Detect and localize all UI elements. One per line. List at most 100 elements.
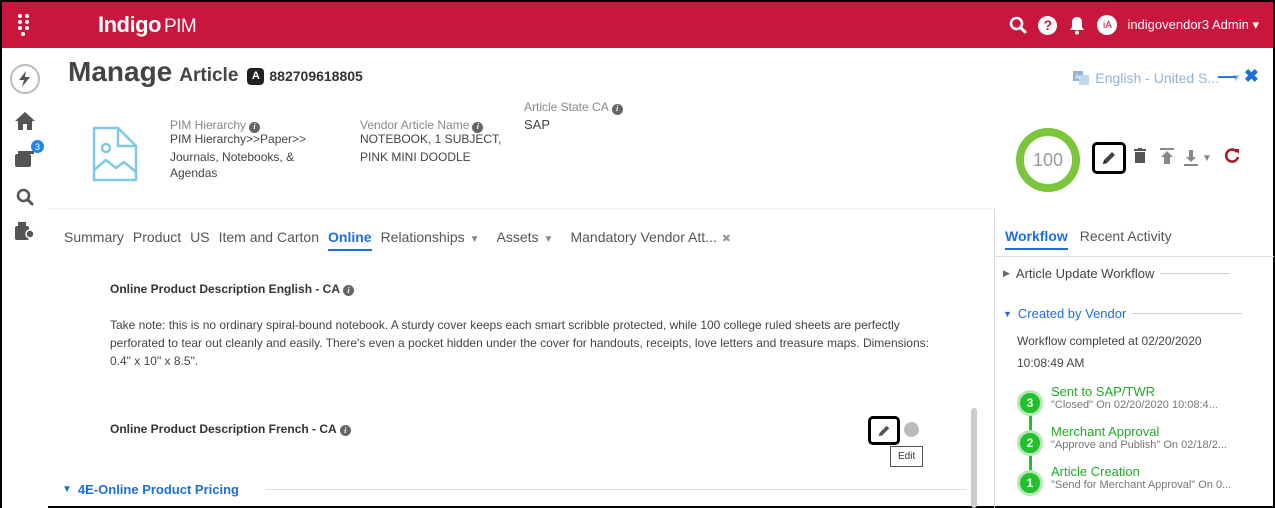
divider xyxy=(266,489,966,490)
step-subtitle: "Send for Merchant Approval" On 0... xyxy=(1051,479,1232,491)
tab-assets-label: Assets xyxy=(496,229,539,245)
article-thumbnail-icon xyxy=(84,124,142,186)
desc-fr-title: Online Product Description French - CA i xyxy=(110,422,351,436)
info-icon[interactable]: i xyxy=(249,121,261,133)
top-bar: Indigo PIM ? iA indigovendor3 Admin ▾ xyxy=(2,2,1273,48)
pim-hierarchy-label: PIM Hierarchy i xyxy=(170,118,261,133)
article-update-workflow-label: Article Update Workflow xyxy=(1015,266,1155,281)
step-title: Merchant Approval xyxy=(1051,424,1160,439)
user-avatar[interactable]: iA xyxy=(1097,15,1118,35)
step-number: 1 xyxy=(1017,470,1043,496)
created-by-vendor-header[interactable]: ▼ Created by Vendor xyxy=(1003,306,1243,321)
inbox-badge: 3 xyxy=(31,140,44,153)
publish-button[interactable] xyxy=(1160,147,1174,169)
home-icon[interactable] xyxy=(12,108,38,134)
close-icon[interactable]: ✖ xyxy=(1244,66,1259,87)
chevron-down-icon: ▼ xyxy=(543,234,554,245)
user-name: indigovendor3 Admin xyxy=(1127,17,1249,32)
tab-recent-activity[interactable]: Recent Activity xyxy=(1080,228,1172,250)
close-tab-icon[interactable]: ✖ xyxy=(722,233,731,245)
workflow-step[interactable]: 1 Article Creation "Send for Merchant Ap… xyxy=(1017,464,1232,496)
upload-icon xyxy=(1160,147,1174,164)
tab-online[interactable]: Online xyxy=(328,229,372,251)
history-icon[interactable] xyxy=(904,422,919,437)
article-type-badge: A xyxy=(247,67,265,85)
edit-tooltip: Edit xyxy=(890,446,924,467)
refresh-icon xyxy=(1224,147,1240,163)
vendor-name-value-2: PINK MINI DOODLE xyxy=(360,150,471,164)
info-icon[interactable]: i xyxy=(472,121,484,133)
info-icon[interactable]: i xyxy=(339,425,351,436)
article-state-value: SAP xyxy=(524,117,551,132)
step-number: 3 xyxy=(1017,390,1043,416)
edit-button[interactable] xyxy=(1092,142,1126,174)
pim-hierarchy-value-1: PIM Hierarchy>>Paper>> xyxy=(170,132,307,146)
created-by-vendor-label: Created by Vendor xyxy=(1017,306,1127,321)
title-manage: Manage xyxy=(68,56,173,87)
download-icon xyxy=(1184,150,1198,166)
pricing-section-header[interactable]: ▼ 4E-Online Product Pricing xyxy=(62,482,239,497)
workflow-step[interactable]: 3 Sent to SAP/TWR "Closed" On 02/20/2020… xyxy=(1017,384,1218,416)
tab-mandatory-vendor[interactable]: Mandatory Vendor Att... ✖ xyxy=(570,229,731,251)
quick-actions-icon[interactable] xyxy=(10,64,40,94)
edit-french-button[interactable] xyxy=(868,416,900,445)
step-title: Article Creation xyxy=(1051,464,1140,479)
workflow-step[interactable]: 2 Merchant Approval "Approve and Publish… xyxy=(1017,424,1227,456)
logo-main: Indigo xyxy=(98,12,161,37)
tab-workflow[interactable]: Workflow xyxy=(1005,228,1068,250)
divider xyxy=(1132,313,1243,314)
pricing-section-label: 4E-Online Product Pricing xyxy=(77,482,239,497)
desc-en-text: Take note: this is no ordinary spiral-bo… xyxy=(110,318,929,368)
minimize-icon[interactable]: — xyxy=(1218,66,1236,87)
delete-button[interactable] xyxy=(1134,148,1146,168)
caret-down-icon: ▼ xyxy=(62,484,72,495)
tab-relationships[interactable]: Relationships ▼ xyxy=(381,229,480,251)
page-title: Manage Article A 882709618805 xyxy=(68,56,363,88)
step-title: Sent to SAP/TWR xyxy=(1051,384,1156,399)
app-launcher-icon[interactable] xyxy=(18,14,36,36)
pencil-icon xyxy=(1103,152,1115,164)
tabs-bar: Summary Product US Item and Carton Onlin… xyxy=(48,208,994,262)
translate-icon: A xyxy=(1073,71,1090,85)
step-subtitle: "Approve and Publish" On 02/18/2... xyxy=(1051,439,1227,451)
info-icon[interactable]: i xyxy=(611,103,623,115)
refresh-button[interactable] xyxy=(1224,147,1240,169)
online-tab-content: Online Product Description English - CA i… xyxy=(48,262,994,508)
svg-text:A: A xyxy=(1075,74,1080,81)
tab-item-and-carton[interactable]: Item and Carton xyxy=(219,229,319,251)
right-panel: Workflow Recent Activity ▶ Article Updat… xyxy=(994,208,1274,508)
divider xyxy=(1160,273,1231,274)
language-selector[interactable]: A English - United S... ▼ xyxy=(1073,70,1241,86)
caret-right-icon: ▶ xyxy=(1003,268,1010,278)
article-update-workflow-header[interactable]: ▶ Article Update Workflow xyxy=(1003,266,1231,281)
workflow-completed-line-2: 10:08:49 AM xyxy=(1017,356,1085,370)
tab-mandatory-vendor-label: Mandatory Vendor Att... xyxy=(570,229,717,245)
help-icon[interactable]: ? xyxy=(1038,15,1058,35)
desc-en-title: Online Product Description English - CA i xyxy=(110,282,355,296)
bell-icon[interactable] xyxy=(1067,15,1087,35)
reports-icon[interactable] xyxy=(12,218,38,244)
app-logo[interactable]: Indigo PIM xyxy=(98,12,197,38)
sidebar: 3 xyxy=(2,48,48,508)
language-value: English - United S... xyxy=(1095,70,1220,86)
caret-down-icon: ▼ xyxy=(1003,308,1012,319)
inbox-icon[interactable]: 3 xyxy=(12,140,44,172)
tab-summary[interactable]: Summary xyxy=(64,229,124,251)
info-icon[interactable]: i xyxy=(343,285,355,296)
logo-sub: PIM xyxy=(163,16,197,37)
tab-relationships-label: Relationships xyxy=(380,229,465,245)
download-button[interactable]: ▼ xyxy=(1184,150,1212,166)
search-icon[interactable] xyxy=(1008,15,1028,35)
search-nav-icon[interactable] xyxy=(12,184,38,210)
completeness-score[interactable]: 100 xyxy=(1016,128,1080,192)
pim-hierarchy-value-3: Agendas xyxy=(170,166,218,180)
workflow-completed-line-1: Workflow completed at 02/20/2020 xyxy=(1017,334,1202,348)
step-subtitle: "Closed" On 02/20/2020 10:08:4... xyxy=(1051,399,1218,411)
vendor-name-value-1: NOTEBOOK, 1 SUBJECT, xyxy=(360,132,502,146)
scrollbar[interactable] xyxy=(971,408,977,508)
user-menu[interactable]: indigovendor3 Admin ▾ xyxy=(1127,17,1259,33)
tab-us[interactable]: US xyxy=(190,229,209,251)
chevron-down-icon: ▼ xyxy=(1202,152,1212,164)
tab-product[interactable]: Product xyxy=(133,229,181,251)
tab-assets[interactable]: Assets ▼ xyxy=(497,229,554,251)
